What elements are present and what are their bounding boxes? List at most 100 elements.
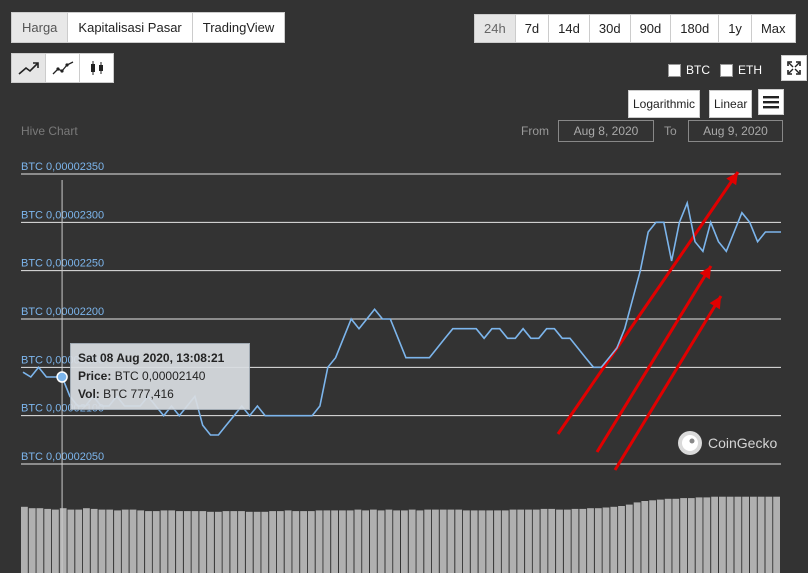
volume-bar — [21, 506, 28, 573]
volume-bar — [757, 496, 765, 573]
volume-bar — [656, 499, 664, 573]
volume-bar — [52, 509, 59, 573]
volume-bar — [75, 509, 83, 573]
volume-bar — [253, 511, 261, 573]
volume-bar — [711, 496, 718, 573]
volume-bar — [734, 496, 742, 573]
volume-bar — [641, 501, 649, 573]
volume-bar — [331, 510, 338, 573]
volume-bar — [610, 506, 618, 573]
volume-bar — [238, 511, 245, 573]
coingecko-watermark: CoinGecko — [678, 431, 777, 455]
volume-bar — [424, 509, 432, 573]
volume-bar — [276, 511, 284, 573]
volume-bar — [401, 510, 408, 573]
volume-bar — [176, 511, 183, 573]
volume-bar — [773, 496, 780, 573]
volume-bar — [377, 510, 385, 573]
trend-arrows — [556, 171, 740, 471]
volume-bar — [726, 496, 734, 573]
volume-bar — [602, 507, 610, 573]
volume-bar — [556, 509, 563, 573]
volume-bar — [214, 511, 222, 573]
volume-bar — [129, 509, 137, 573]
volume-bar — [59, 508, 67, 573]
volume-bar — [354, 509, 362, 573]
volume-bar — [594, 508, 602, 573]
volume-bars — [21, 496, 780, 573]
tooltip-date: Sat 08 Aug 2020, 13:08:21 — [78, 351, 225, 365]
volume-bar — [455, 509, 463, 573]
volume-bar — [525, 509, 532, 573]
volume-bar — [478, 510, 486, 573]
volume-bar — [695, 497, 703, 573]
volume-bar — [765, 496, 773, 573]
volume-bar — [152, 511, 160, 573]
tooltip-price-label: Price: — [78, 369, 112, 383]
volume-bar — [222, 511, 230, 573]
volume-bar — [90, 508, 98, 573]
volume-bar — [470, 510, 478, 573]
volume-bar — [261, 511, 269, 573]
volume-bar — [703, 497, 711, 573]
volume-bar — [680, 498, 687, 573]
volume-bar — [509, 509, 517, 573]
tooltip-price-value: BTC 0,00002140 — [114, 369, 206, 383]
volume-bar — [339, 510, 346, 573]
volume-bar — [563, 509, 571, 573]
volume-bar — [199, 511, 207, 573]
volume-bar — [385, 509, 393, 573]
volume-bar — [486, 510, 494, 573]
tooltip-vol-label: Vol: — [78, 387, 100, 401]
volume-bar — [625, 504, 633, 573]
y-axis-label: BTC 0,00002300 — [21, 209, 104, 221]
volume-bar — [408, 509, 416, 573]
volume-bar — [36, 508, 44, 573]
volume-bar — [245, 511, 253, 573]
volume-bar — [687, 498, 695, 573]
volume-bar — [494, 510, 501, 573]
volume-bar — [315, 510, 323, 573]
price-chart[interactable]: BTC 0,00002350 BTC 0,00002300 BTC 0,000022… — [0, 0, 808, 573]
volume-bar — [160, 510, 168, 573]
volume-bar — [649, 500, 656, 573]
y-axis-label: BTC 0,00002200 — [21, 306, 104, 318]
volume-bar — [106, 509, 114, 573]
volume-bar — [307, 511, 315, 573]
chart-tooltip: Sat 08 Aug 2020, 13:08:21 Price: BTC 0,0… — [70, 343, 250, 410]
volume-bar — [370, 509, 377, 573]
volume-bar — [168, 510, 176, 573]
volume-bar — [269, 511, 276, 573]
volume-bar — [548, 508, 556, 573]
coingecko-logo-icon — [678, 431, 702, 455]
volume-bar — [183, 511, 191, 573]
volume-bar — [98, 509, 106, 573]
volume-bar — [346, 510, 354, 573]
volume-bar — [664, 498, 672, 573]
coingecko-text: CoinGecko — [708, 435, 778, 451]
volume-bar — [618, 506, 625, 573]
volume-bar — [67, 509, 75, 573]
volume-bar — [292, 511, 300, 573]
volume-bar — [323, 510, 331, 573]
tooltip-vol-value: BTC 777,416 — [103, 387, 174, 401]
volume-bar — [114, 510, 121, 573]
volume-bar — [44, 508, 52, 573]
volume-bar — [393, 510, 400, 573]
volume-bar — [28, 508, 36, 573]
volume-bar — [121, 509, 129, 573]
volume-bar — [540, 508, 548, 573]
volume-bar — [362, 510, 369, 573]
volume-bar — [719, 496, 726, 573]
volume-bar — [416, 510, 424, 573]
volume-bar — [83, 508, 90, 573]
volume-bar — [439, 509, 447, 573]
volume-bar — [517, 509, 525, 573]
volume-bar — [207, 511, 214, 573]
volume-bar — [447, 509, 455, 573]
volume-bar — [587, 508, 594, 573]
volume-bar — [672, 498, 680, 573]
volume-bar — [750, 496, 757, 573]
y-axis-labels: BTC 0,00002350 BTC 0,00002300 BTC 0,000022… — [21, 161, 104, 463]
volume-bar — [145, 511, 152, 573]
